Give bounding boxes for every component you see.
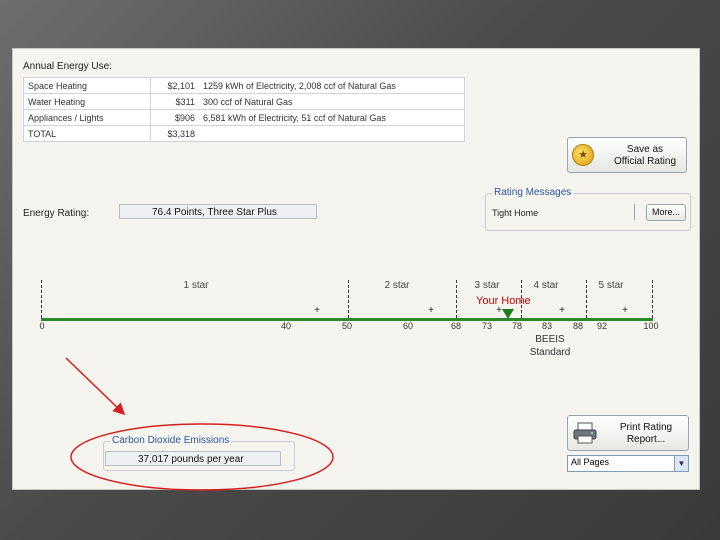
annotation-ellipse xyxy=(70,423,334,491)
annotation-arrow xyxy=(65,357,126,416)
annotation-overlay xyxy=(65,357,334,491)
